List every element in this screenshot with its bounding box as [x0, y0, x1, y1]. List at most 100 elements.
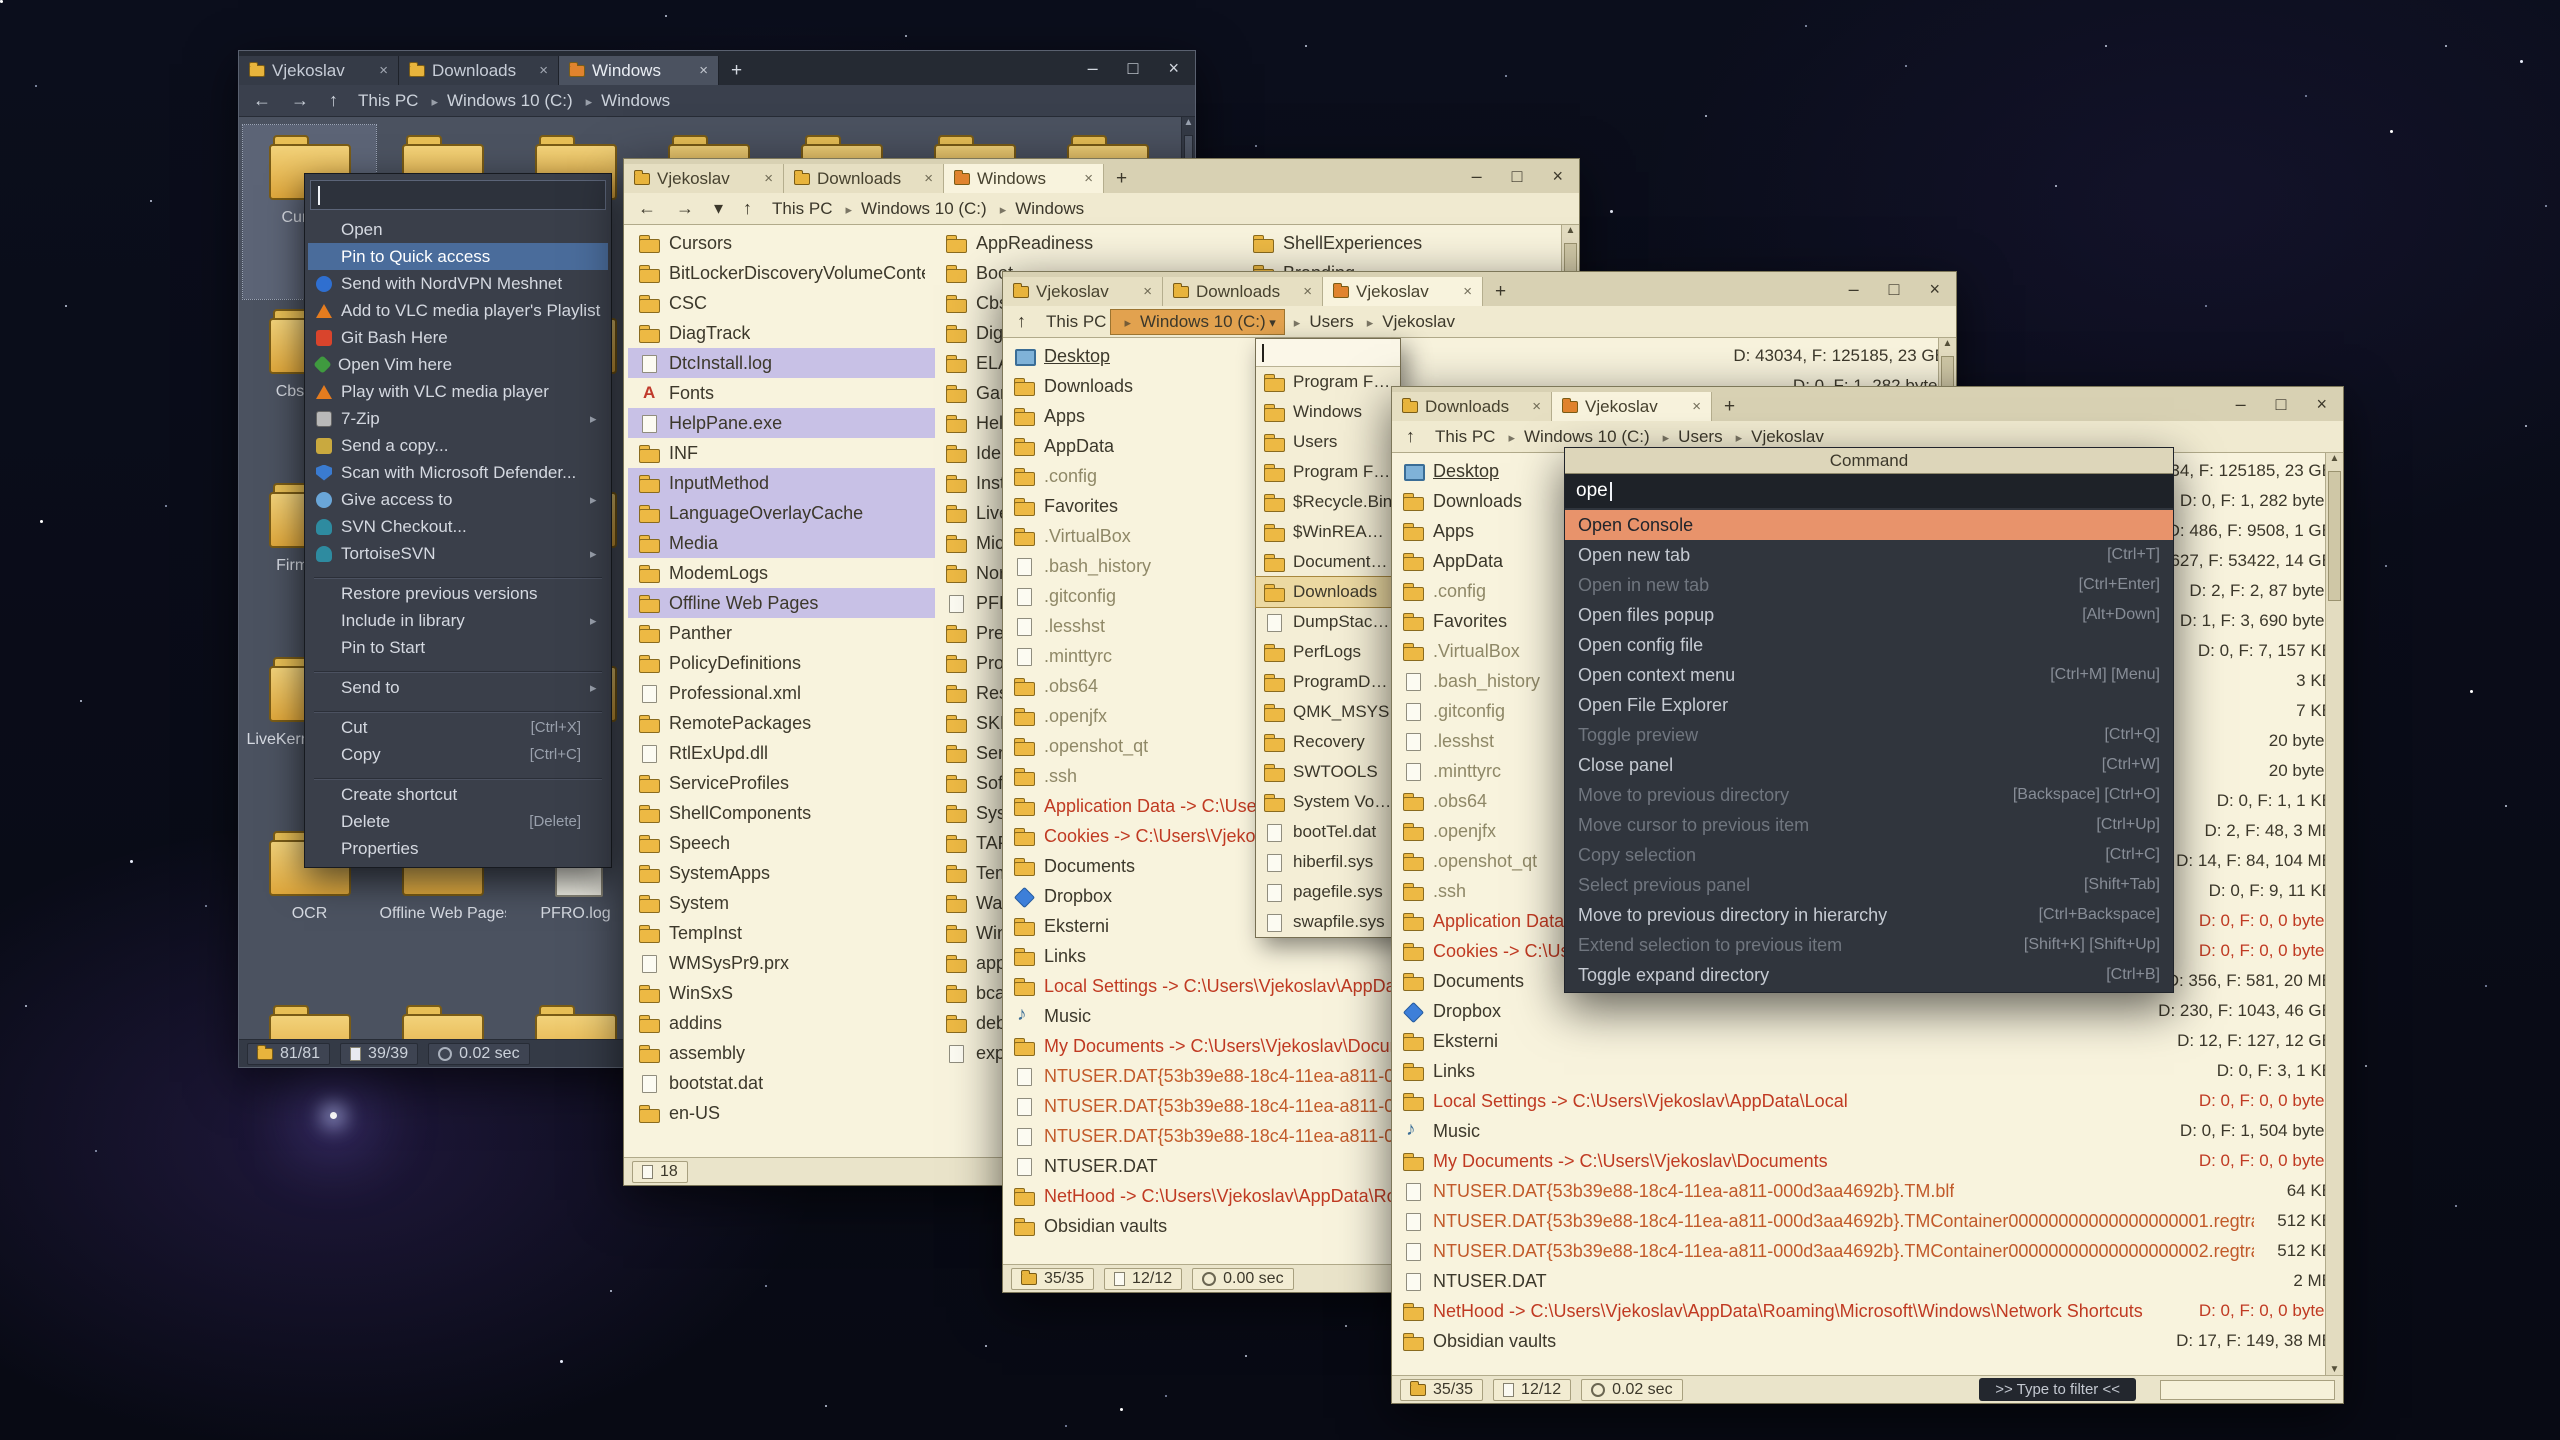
context-menu-item[interactable] — [314, 663, 602, 672]
file-row[interactable]: BitLockerDiscoveryVolumeContents — [628, 258, 935, 288]
forward-button[interactable]: → — [287, 90, 313, 111]
breadcrumb-item[interactable]: Vjekoslav — [1358, 310, 1459, 334]
breadcrumb-item[interactable]: This PC — [354, 89, 422, 113]
breadcrumb-item[interactable]: Windows 10 (C:) — [837, 197, 991, 221]
file-row[interactable]: RtlExUpd.dll — [628, 738, 935, 768]
breadcrumb-item[interactable]: Windows — [991, 197, 1089, 221]
dropdown-button[interactable]: ▾ — [710, 198, 727, 219]
minimize-button[interactable]: – — [1472, 166, 1482, 187]
command-item[interactable]: Open Console — [1565, 510, 2173, 540]
minimize-button[interactable]: – — [1849, 279, 1859, 300]
grid-file-item[interactable]: Prefetch — [376, 995, 509, 1039]
minimize-button[interactable]: – — [1088, 58, 1098, 79]
tab-close-icon[interactable]: × — [1143, 283, 1152, 300]
context-menu-item[interactable]: Give access to ▸ — [308, 486, 608, 513]
new-tab-button[interactable]: + — [1483, 277, 1518, 306]
up-button[interactable]: ↑ — [1402, 426, 1419, 447]
file-row[interactable]: en-US — [628, 1098, 935, 1128]
command-item[interactable]: Toggle expand directory [Ctrl+B] — [1565, 960, 2173, 990]
close-button[interactable]: × — [2316, 394, 2327, 415]
breadcrumb-item[interactable]: This PC — [1042, 310, 1110, 334]
tab[interactable]: Downloads × — [1163, 277, 1323, 306]
file-row[interactable]: Eksterni D: 12, F: 127, 12 GB — [1392, 1026, 2343, 1056]
tab-close-icon[interactable]: × — [1692, 398, 1701, 415]
breadcrumb-item[interactable]: This PC — [768, 197, 836, 221]
context-menu-item[interactable]: Add to VLC media player's Playlist — [308, 297, 608, 324]
tab-close-icon[interactable]: × — [1463, 283, 1472, 300]
command-item[interactable]: Open files popup [Alt+Down] — [1565, 600, 2173, 630]
dropdown-item[interactable]: Recovery — [1256, 727, 1400, 757]
command-item[interactable]: Open File Explorer — [1565, 690, 2173, 720]
tab[interactable]: Downloads × — [784, 164, 944, 193]
up-button[interactable]: ↑ — [739, 198, 756, 219]
file-row[interactable]: InputMethod — [628, 468, 935, 498]
dropdown-item[interactable]: ProgramData — [1256, 667, 1400, 697]
dropdown-item[interactable]: SWTOOLS — [1256, 757, 1400, 787]
context-menu-item[interactable]: Delete [Delete] — [308, 808, 608, 835]
breadcrumb-item[interactable]: Windows 10 (C:) — [1499, 425, 1653, 449]
new-tab-button[interactable]: + — [1104, 164, 1139, 193]
dropdown-item[interactable]: Program Files (x86) — [1256, 457, 1400, 487]
file-row[interactable]: DtcInstall.log — [628, 348, 935, 378]
command-search-input[interactable]: ope — [1565, 474, 2173, 508]
file-row[interactable]: Desktop D: 43034, F: 125185, 23 GB — [1003, 341, 1956, 371]
breadcrumb-item[interactable]: Users — [1654, 425, 1727, 449]
command-item[interactable]: Toggle preview [Ctrl+Q] — [1565, 720, 2173, 750]
tab[interactable]: Downloads × — [399, 56, 559, 85]
context-menu-item[interactable]: Pin to Start — [308, 634, 608, 661]
file-row[interactable]: Media — [628, 528, 935, 558]
close-button[interactable]: × — [1929, 279, 1940, 300]
command-item[interactable]: Open new tab [Ctrl+T] — [1565, 540, 2173, 570]
breadcrumb-item[interactable]: Users — [1285, 310, 1358, 334]
file-row[interactable]: NTUSER.DAT{53b39e88-18c4-11ea-a811-000d3… — [1392, 1176, 2343, 1206]
context-menu-item[interactable]: Properties — [308, 835, 608, 862]
file-row[interactable]: Panther — [628, 618, 935, 648]
dropdown-item[interactable]: $WinREAgent — [1256, 517, 1400, 547]
file-row[interactable]: LanguageOverlayCache — [628, 498, 935, 528]
minimize-button[interactable]: – — [2236, 394, 2246, 415]
dropdown-item[interactable]: PerfLogs — [1256, 637, 1400, 667]
context-menu-item[interactable]: Cut [Ctrl+X] — [308, 714, 608, 741]
tab[interactable]: Vjekoslav × — [624, 164, 784, 193]
tab[interactable]: Vjekoslav × — [1552, 392, 1712, 421]
scroll-up-icon[interactable]: ▲ — [1943, 338, 1953, 349]
file-row[interactable]: ModemLogs — [628, 558, 935, 588]
dropdown-item[interactable]: Windows — [1256, 397, 1400, 427]
dropdown-item[interactable]: $Recycle.Bin — [1256, 487, 1400, 517]
context-menu-item[interactable] — [314, 703, 602, 712]
dropdown-filter-input[interactable] — [1256, 339, 1400, 367]
command-item[interactable]: Select previous panel [Shift+Tab] — [1565, 870, 2173, 900]
dropdown-item[interactable]: DumpStack.log.tmp — [1256, 607, 1400, 637]
context-menu-item[interactable]: Scan with Microsoft Defender... — [308, 459, 608, 486]
command-item[interactable]: Extend selection to previous item [Shift… — [1565, 930, 2173, 960]
file-row[interactable]: HelpPane.exe — [628, 408, 935, 438]
command-item[interactable]: Move to previous directory [Backspace] [… — [1565, 780, 2173, 810]
dropdown-item[interactable]: bootTel.dat — [1256, 817, 1400, 847]
file-row[interactable]: assembly — [628, 1038, 935, 1068]
tab-bar[interactable]: Downloads × Vjekoslav × + – □ × — [1392, 387, 2343, 421]
dropdown-item[interactable]: System Volume Information — [1256, 787, 1400, 817]
command-item[interactable]: Open in new tab [Ctrl+Enter] — [1565, 570, 2173, 600]
command-item[interactable]: Open context menu [Ctrl+M] [Menu] — [1565, 660, 2173, 690]
tab[interactable]: Downloads × — [1392, 392, 1552, 421]
context-menu-item[interactable]: TortoiseSVN ▸ — [308, 540, 608, 567]
file-row[interactable]: ServiceProfiles — [628, 768, 935, 798]
command-item[interactable]: Open config file — [1565, 630, 2173, 660]
maximize-button[interactable]: □ — [1128, 58, 1139, 79]
file-row[interactable]: RemotePackages — [628, 708, 935, 738]
command-item[interactable]: Move cursor to previous item [Ctrl+Up] — [1565, 810, 2173, 840]
context-menu-item[interactable]: Pin to Quick access — [308, 243, 608, 270]
file-row[interactable]: Offline Web Pages — [628, 588, 935, 618]
file-row[interactable]: Local Settings -> C:\Users\Vjekoslav\App… — [1392, 1086, 2343, 1116]
command-item[interactable]: Copy selection [Ctrl+C] — [1565, 840, 2173, 870]
file-row[interactable]: TempInst — [628, 918, 935, 948]
up-button[interactable]: ↑ — [325, 90, 342, 111]
tab[interactable]: Windows × — [944, 164, 1104, 193]
file-row[interactable]: addins — [628, 1008, 935, 1038]
context-menu-item[interactable]: Git Bash Here — [308, 324, 608, 351]
tab-close-icon[interactable]: × — [1532, 398, 1541, 415]
tab[interactable]: Vjekoslav × — [1323, 277, 1483, 306]
close-button[interactable]: × — [1552, 166, 1563, 187]
scroll-up-icon[interactable]: ▲ — [1184, 117, 1194, 128]
breadcrumb-item[interactable]: This PC — [1431, 425, 1499, 449]
